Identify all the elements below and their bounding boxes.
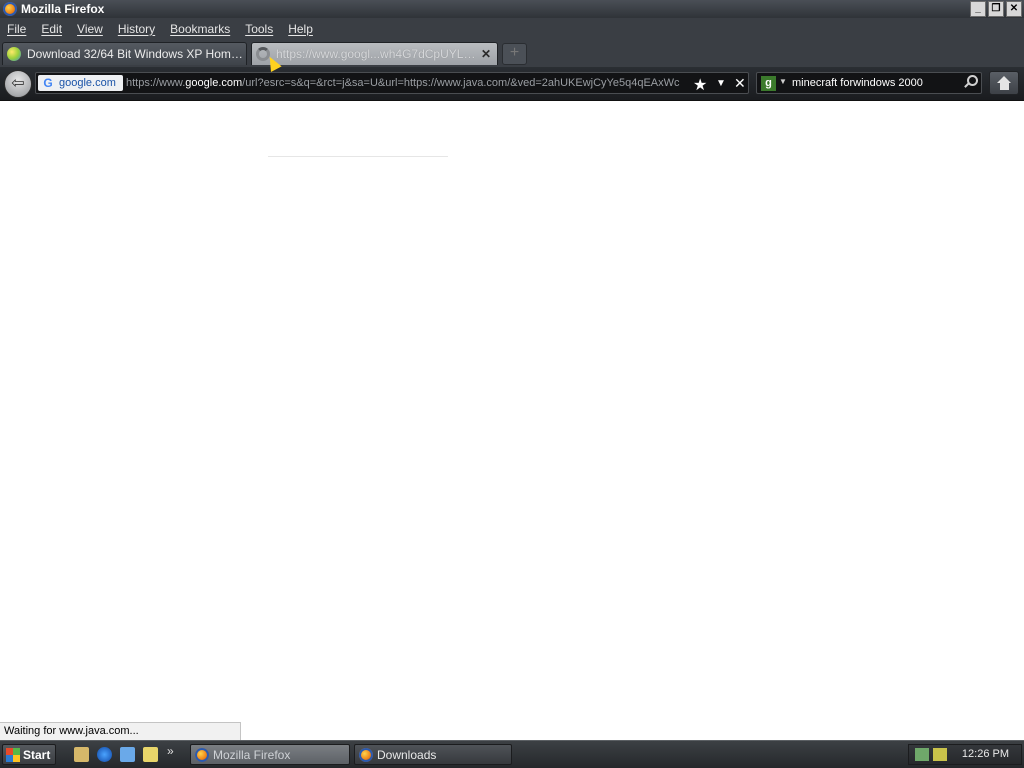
close-tab-icon[interactable]: ✕ [479, 47, 493, 61]
engine-dropdown-icon[interactable]: ▼ [779, 77, 787, 86]
url-prefix: https://www. [126, 77, 186, 89]
window-controls: _ ❐ ✕ [970, 1, 1022, 17]
start-button[interactable]: Start [2, 744, 56, 765]
home-button[interactable] [989, 71, 1019, 95]
menu-view[interactable]: View [70, 22, 111, 36]
window-title: Mozilla Firefox [21, 2, 105, 16]
tab-google-redirect[interactable]: https://www.googl...wh4G7dCpUYLgcoc7... … [251, 42, 498, 65]
new-tab-button[interactable]: + [502, 43, 527, 65]
taskbar-item-downloads[interactable]: Downloads [354, 744, 512, 765]
bookmark-star-icon[interactable]: ★ [693, 75, 707, 95]
page-divider [268, 156, 448, 157]
windows-logo-icon [6, 747, 20, 762]
outlook-express-icon[interactable] [120, 747, 135, 762]
google-g-icon: G [43, 76, 53, 90]
site-identity-label: google.com [59, 77, 116, 89]
url-text[interactable]: https://www.google.com/url?esrc=s&q=&rct… [126, 77, 689, 89]
taskbar-item-label: Mozilla Firefox [213, 747, 291, 762]
tray-app-icon[interactable] [933, 748, 947, 761]
search-input[interactable]: minecraft forwindows 2000 [792, 77, 923, 89]
internet-explorer-icon[interactable] [97, 747, 112, 762]
system-tray: 12:26 PM [908, 744, 1022, 765]
taskbar-item-firefox[interactable]: Mozilla Firefox [190, 744, 350, 765]
url-path: /url?esrc=s&q=&rct=j&sa=U&url=https://ww… [242, 77, 680, 89]
menu-tools[interactable]: Tools [238, 22, 281, 36]
back-button[interactable]: ⇦ [4, 70, 32, 98]
menu-help[interactable]: Help [281, 22, 321, 36]
media-player-icon[interactable] [143, 747, 158, 762]
arrow-left-icon: ⇦ [11, 75, 25, 92]
tab-label: https://www.googl...wh4G7dCpUYLgcoc7... [276, 47, 479, 61]
search-magnifier-icon[interactable] [962, 75, 978, 90]
windows-xp-favicon-icon [7, 47, 21, 61]
show-desktop-icon[interactable] [74, 747, 89, 762]
site-identity-button[interactable]: G google.com [38, 75, 123, 91]
history-dropdown-icon[interactable]: ▼ [716, 78, 726, 89]
firefox-icon [3, 2, 17, 16]
quick-launch-more-icon[interactable]: » [167, 744, 174, 758]
start-label: Start [23, 747, 51, 762]
menu-bar: File Edit View History Bookmarks Tools H… [0, 18, 1024, 39]
network-icon[interactable] [915, 748, 929, 761]
menu-edit[interactable]: Edit [34, 22, 70, 36]
url-bar[interactable]: G google.com https://www.google.com/url?… [35, 72, 749, 94]
tab-label: Download 32/64 Bit Windows XP Home & ... [27, 47, 246, 61]
search-bar[interactable]: g ▼ minecraft forwindows 2000 [756, 72, 982, 94]
firefox-icon [359, 747, 373, 762]
restore-button[interactable]: ❐ [988, 1, 1004, 17]
firefox-icon [195, 747, 209, 762]
title-bar: Mozilla Firefox _ ❐ ✕ [0, 0, 1024, 18]
menu-file[interactable]: File [0, 22, 34, 36]
menu-history[interactable]: History [111, 22, 163, 36]
google-search-engine-icon[interactable]: g [761, 76, 776, 91]
navigation-bar: ⇦ G google.com https://www.google.com/ur… [0, 67, 1024, 101]
taskbar: Start » Mozilla Firefox Downloads 12:26 … [0, 740, 1024, 768]
taskbar-item-label: Downloads [377, 747, 437, 762]
status-text: Waiting for www.java.com... [0, 722, 241, 740]
tab-bar: Download 32/64 Bit Windows XP Home & ...… [0, 39, 1024, 67]
minimize-button[interactable]: _ [970, 1, 986, 17]
close-button[interactable]: ✕ [1006, 1, 1022, 17]
tab-download-xp[interactable]: Download 32/64 Bit Windows XP Home & ... [2, 42, 247, 65]
stop-icon[interactable]: ✕ [734, 75, 746, 92]
clock[interactable]: 12:26 PM [962, 748, 1009, 760]
page-content [0, 101, 1024, 740]
url-domain: google.com [185, 77, 243, 89]
menu-bookmarks[interactable]: Bookmarks [163, 22, 238, 36]
